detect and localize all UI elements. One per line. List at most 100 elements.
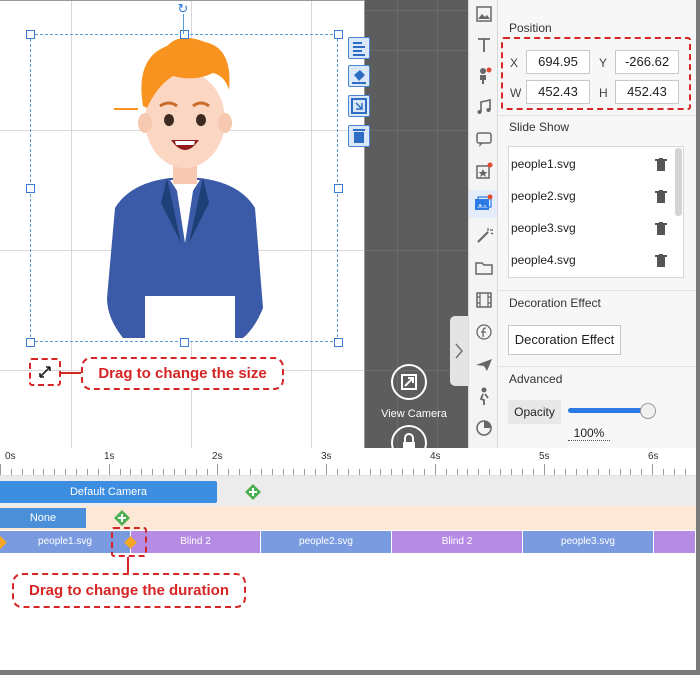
folder-icon[interactable] <box>474 258 494 278</box>
image-icon[interactable] <box>474 4 494 24</box>
ruler-tick <box>347 469 349 475</box>
default-camera-clip[interactable]: Default Camera <box>0 481 217 503</box>
ruler-label: 4s <box>430 451 441 462</box>
list-item[interactable]: people4.svg <box>511 253 576 267</box>
window-shadow <box>696 0 700 675</box>
rotate-icon[interactable]: ↻ <box>176 2 190 16</box>
resize-handle-right[interactable] <box>334 184 343 193</box>
fit-button[interactable] <box>348 95 370 117</box>
ruler-tick <box>380 469 382 475</box>
ruler-tick <box>239 469 241 475</box>
transition-clip[interactable]: Blind 2 <box>131 531 261 553</box>
ruler-tick <box>478 469 480 475</box>
ruler-tick <box>0 464 1 475</box>
ruler-tick <box>228 469 230 475</box>
ruler-tick <box>663 469 665 475</box>
resize-handle-left[interactable] <box>26 184 35 193</box>
slide-clip[interactable]: people3.svg <box>523 531 654 553</box>
window-shadow <box>0 670 700 675</box>
trash-icon[interactable] <box>655 222 667 235</box>
list-item[interactable]: people2.svg <box>511 189 576 203</box>
camera-view-icon <box>401 374 417 390</box>
character-icon[interactable] <box>474 66 494 86</box>
trash-icon[interactable] <box>655 190 667 203</box>
selection-box[interactable] <box>30 34 338 342</box>
list-item[interactable]: people1.svg <box>511 157 576 171</box>
resize-highlight <box>29 358 61 386</box>
slide-clip[interactable]: people2.svg <box>261 531 392 553</box>
slideshow-tab[interactable] <box>469 190 497 218</box>
ruler-tick <box>641 469 643 475</box>
ruler-tick <box>369 469 371 475</box>
ruler-tick <box>510 469 512 475</box>
formula-icon[interactable] <box>474 322 494 342</box>
opacity-value[interactable]: 100% <box>568 426 610 441</box>
ruler-tick <box>630 469 632 475</box>
transition-clip[interactable] <box>654 531 696 553</box>
ruler-tick <box>413 469 415 475</box>
trash-icon[interactable] <box>655 158 667 171</box>
opacity-slider[interactable] <box>568 408 650 413</box>
resize-handle-bottom-right[interactable] <box>334 338 343 347</box>
effect-track <box>0 506 700 530</box>
speech-bubble-icon[interactable] <box>474 129 494 149</box>
ruler-tick <box>456 469 458 475</box>
ruler-label: 0s <box>5 451 16 462</box>
effect-none-clip[interactable]: None <box>0 508 86 528</box>
ruler-tick <box>119 469 121 475</box>
ruler-tick <box>423 469 425 475</box>
ruler-tick <box>565 469 567 475</box>
position-highlight <box>501 37 691 110</box>
decoration-effect-button[interactable]: Decoration Effect <box>508 325 621 355</box>
ruler-tick <box>543 464 545 475</box>
text-icon[interactable] <box>474 35 494 55</box>
ruler-tick <box>173 469 175 475</box>
ruler-tick <box>260 469 262 475</box>
add-effect-icon[interactable] <box>114 510 130 526</box>
sticker-icon[interactable] <box>474 161 494 181</box>
chevron-right-icon <box>455 343 464 359</box>
resize-handle-top[interactable] <box>180 30 189 39</box>
airplane-icon[interactable] <box>474 354 494 374</box>
film-icon[interactable] <box>474 290 494 310</box>
ruler-tick <box>445 469 447 475</box>
pie-chart-icon[interactable] <box>474 418 494 438</box>
ruler-tick <box>500 469 502 475</box>
resize-handle-bottom-left[interactable] <box>26 338 35 347</box>
add-camera-icon[interactable] <box>245 484 261 500</box>
align-button[interactable] <box>348 37 370 59</box>
ruler-tick <box>586 469 588 475</box>
timeline-ruler[interactable]: 0s 1s 2s 3s 4s 5s 6s <box>0 448 700 476</box>
resize-handle-bottom[interactable] <box>180 338 189 347</box>
opacity-slider-thumb[interactable] <box>640 403 656 419</box>
resize-handle-top-left[interactable] <box>26 30 35 39</box>
duration-callout: Drag to change the duration <box>12 573 246 608</box>
ruler-tick <box>315 469 317 475</box>
callout-connector <box>127 557 129 573</box>
resize-handle-top-right[interactable] <box>334 30 343 39</box>
ruler-tick <box>434 464 436 475</box>
delete-button[interactable] <box>348 125 370 147</box>
fill-button[interactable] <box>348 65 370 87</box>
magic-wand-icon[interactable] <box>474 226 494 246</box>
ruler-tick <box>597 469 599 475</box>
advanced-title: Advanced <box>509 372 563 386</box>
ruler-tick <box>108 464 110 475</box>
person-walk-icon[interactable] <box>474 386 494 406</box>
resize-diagonal-icon[interactable] <box>34 361 56 383</box>
ruler-tick <box>282 469 284 475</box>
slideshow-list[interactable]: people1.svg people2.svg people3.svg peop… <box>508 146 684 278</box>
ruler-tick <box>152 469 154 475</box>
music-icon[interactable] <box>474 97 494 117</box>
resize-callout: Drag to change the size <box>81 357 284 390</box>
list-item[interactable]: people3.svg <box>511 221 576 235</box>
list-scrollbar[interactable] <box>675 148 682 216</box>
trash-icon[interactable] <box>655 254 667 267</box>
transition-clip[interactable]: Blind 2 <box>392 531 523 553</box>
ruler-tick <box>336 469 338 475</box>
position-title: Position <box>509 21 552 35</box>
view-camera-label: View Camera <box>381 408 447 420</box>
ruler-tick <box>673 469 675 475</box>
panel-collapse-tab[interactable] <box>450 316 468 386</box>
view-camera-button[interactable] <box>391 364 427 400</box>
